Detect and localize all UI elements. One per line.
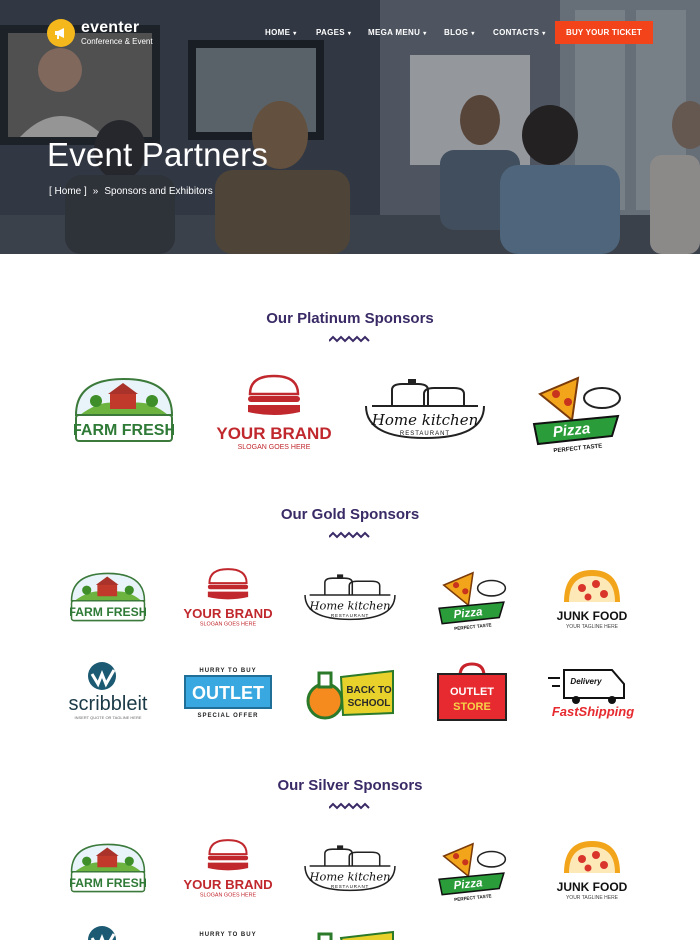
menu-item-pages[interactable]: PAGES ▾	[316, 28, 351, 37]
sponsor-logo-your-brand[interactable]: YOUR BRAND SLOGAN GOES HERE	[215, 372, 333, 452]
breadcrumb-current: Sponsors and Exhibitors	[104, 186, 213, 197]
sponsor-logo-junk-food[interactable]: JUNK FOOD YOUR TAGLINE HERE	[552, 837, 632, 901]
hero-banner: eventer Conference & Event HOME ▾ PAGES ▾ …	[0, 0, 700, 254]
sponsor-logo-home-kitchen[interactable]: Home kitchen RESTAURANT	[302, 843, 398, 895]
sponsor-logo-farm-fresh[interactable]: FARM FRESH	[74, 375, 174, 445]
sponsor-logo-home-kitchen[interactable]: Home kitchen RESTAURANT	[362, 376, 488, 444]
page-title: Event Partners	[47, 136, 269, 173]
pizza-sub: PERFECT TASTE	[553, 443, 602, 452]
back-to-school-line1: BACK TO	[346, 685, 392, 696]
your-brand-slogan: SLOGAN GOES HERE	[200, 893, 257, 899]
sponsor-logo-scribbleit-partial[interactable]	[60, 924, 156, 940]
chevron-down-icon: ▾	[347, 31, 352, 37]
home-kitchen-text: Home kitchen	[309, 869, 391, 883]
your-brand-text: YOUR BRAND	[183, 877, 272, 892]
platinum-sponsors-heading: Our Platinum Sponsors	[266, 310, 434, 327]
chevron-down-icon: ▾	[423, 31, 427, 37]
sponsor-logo-outlet[interactable]: HURRY TO BUY OUTLET SPECIAL OFFER	[183, 664, 273, 720]
sponsor-logo-junk-food[interactable]: JUNK FOOD YOUR TAGLINE HERE	[552, 566, 632, 630]
menu-item-home[interactable]: HOME ▾	[265, 28, 297, 37]
sponsor-logo-pizza[interactable]: Pizza PERFECT TASTE	[436, 839, 510, 901]
home-kitchen-text: Home kitchen	[309, 598, 391, 612]
junk-food-sub: YOUR TAGLINE HERE	[566, 895, 619, 901]
breadcrumb-separator: »	[92, 186, 99, 197]
outlet-text: OUTLET	[192, 683, 264, 703]
sponsor-logo-outlet-store[interactable]: OUTLET STORE	[436, 662, 508, 722]
pizza-sub: PERFECT TASTE	[454, 893, 492, 901]
sponsor-logo-home-kitchen[interactable]: Home kitchen RESTAURANT	[302, 572, 398, 624]
heading-divider-icon	[329, 802, 370, 810]
scribbleit-sub: INSERT QUOTE OR TAGLINE HERE	[74, 715, 141, 720]
your-brand-text: YOUR BRAND	[183, 606, 272, 621]
home-kitchen-sub: RESTAURANT	[400, 431, 450, 437]
chevron-down-icon: ▾	[293, 31, 297, 37]
sponsor-logo-pizza[interactable]: Pizza PERFECT TASTE	[530, 372, 626, 452]
farm-fresh-text: FARM FRESH	[70, 605, 146, 619]
outlet-top: HURRY TO BUY	[199, 932, 256, 938]
breadcrumb-home-link[interactable]: [ Home ]	[49, 186, 87, 197]
top-navigation: eventer Conference & Event HOME ▾ PAGES ▾ …	[0, 0, 700, 64]
heading-divider-icon	[329, 531, 370, 539]
scribbleit-text: scribbleit	[69, 693, 148, 715]
chevron-down-icon: ▾	[471, 31, 475, 37]
heading-divider-icon	[329, 335, 370, 343]
gold-sponsors-heading: Our Gold Sponsors	[280, 506, 420, 523]
breadcrumb: [ Home ] » Sponsors and Exhibitors	[49, 186, 213, 197]
menu-item-contacts[interactable]: CONTACTS ▾	[493, 28, 546, 37]
farm-fresh-text: FARM FRESH	[74, 422, 174, 439]
farm-fresh-text: FARM FRESH	[70, 876, 146, 890]
sponsor-logo-back-to-school-partial[interactable]	[303, 926, 397, 940]
junk-food-text: JUNK FOOD	[557, 880, 628, 894]
home-kitchen-text: Home kitchen	[371, 411, 479, 429]
sponsor-logo-outlet-partial[interactable]: HURRY TO BUY	[183, 928, 273, 940]
sponsor-logo-your-brand[interactable]: YOUR BRAND SLOGAN GOES HERE	[182, 566, 274, 628]
junk-food-text: JUNK FOOD	[557, 609, 628, 623]
sponsor-logo-fast-shipping[interactable]: Delivery FastShipping	[546, 666, 640, 720]
sponsor-logo-scribbleit[interactable]: scribbleit INSERT QUOTE OR TAGLINE HERE	[60, 660, 156, 722]
junk-food-sub: YOUR TAGLINE HERE	[566, 624, 619, 630]
pizza-sub: PERFECT TASTE	[454, 622, 492, 630]
chevron-down-icon: ▾	[542, 31, 546, 37]
home-kitchen-sub: RESTAURANT	[331, 884, 369, 889]
outlet-store-line1: OUTLET	[450, 686, 494, 698]
menu-item-blog[interactable]: BLOG ▾	[444, 28, 475, 37]
outlet-top: HURRY TO BUY	[199, 668, 256, 674]
menu-item-mega-menu[interactable]: MEGA MENU ▾	[368, 28, 427, 37]
outlet-sub: SPECIAL OFFER	[198, 713, 259, 719]
silver-sponsors-heading: Our Silver Sponsors	[277, 777, 423, 794]
back-to-school-line2: SCHOOL	[348, 698, 391, 709]
your-brand-slogan: SLOGAN GOES HERE	[238, 444, 311, 451]
sponsor-logo-pizza[interactable]: Pizza PERFECT TASTE	[436, 568, 510, 630]
your-brand-text: YOUR BRAND	[216, 424, 331, 443]
sponsor-logo-back-to-school[interactable]: BACK TO SCHOOL	[303, 663, 397, 723]
outlet-store-line2: STORE	[453, 701, 491, 713]
sponsor-logo-farm-fresh[interactable]: FARM FRESH	[70, 570, 146, 624]
buy-ticket-button[interactable]: BUY YOUR TICKET	[555, 21, 653, 44]
fast-shipping-text: FastShipping	[552, 704, 634, 719]
home-kitchen-sub: RESTAURANT	[331, 613, 369, 618]
sponsor-logo-farm-fresh[interactable]: FARM FRESH	[70, 841, 146, 895]
fast-shipping-badge: Delivery	[570, 677, 602, 686]
sponsor-logo-your-brand[interactable]: YOUR BRAND SLOGAN GOES HERE	[182, 837, 274, 899]
your-brand-slogan: SLOGAN GOES HERE	[200, 622, 257, 628]
